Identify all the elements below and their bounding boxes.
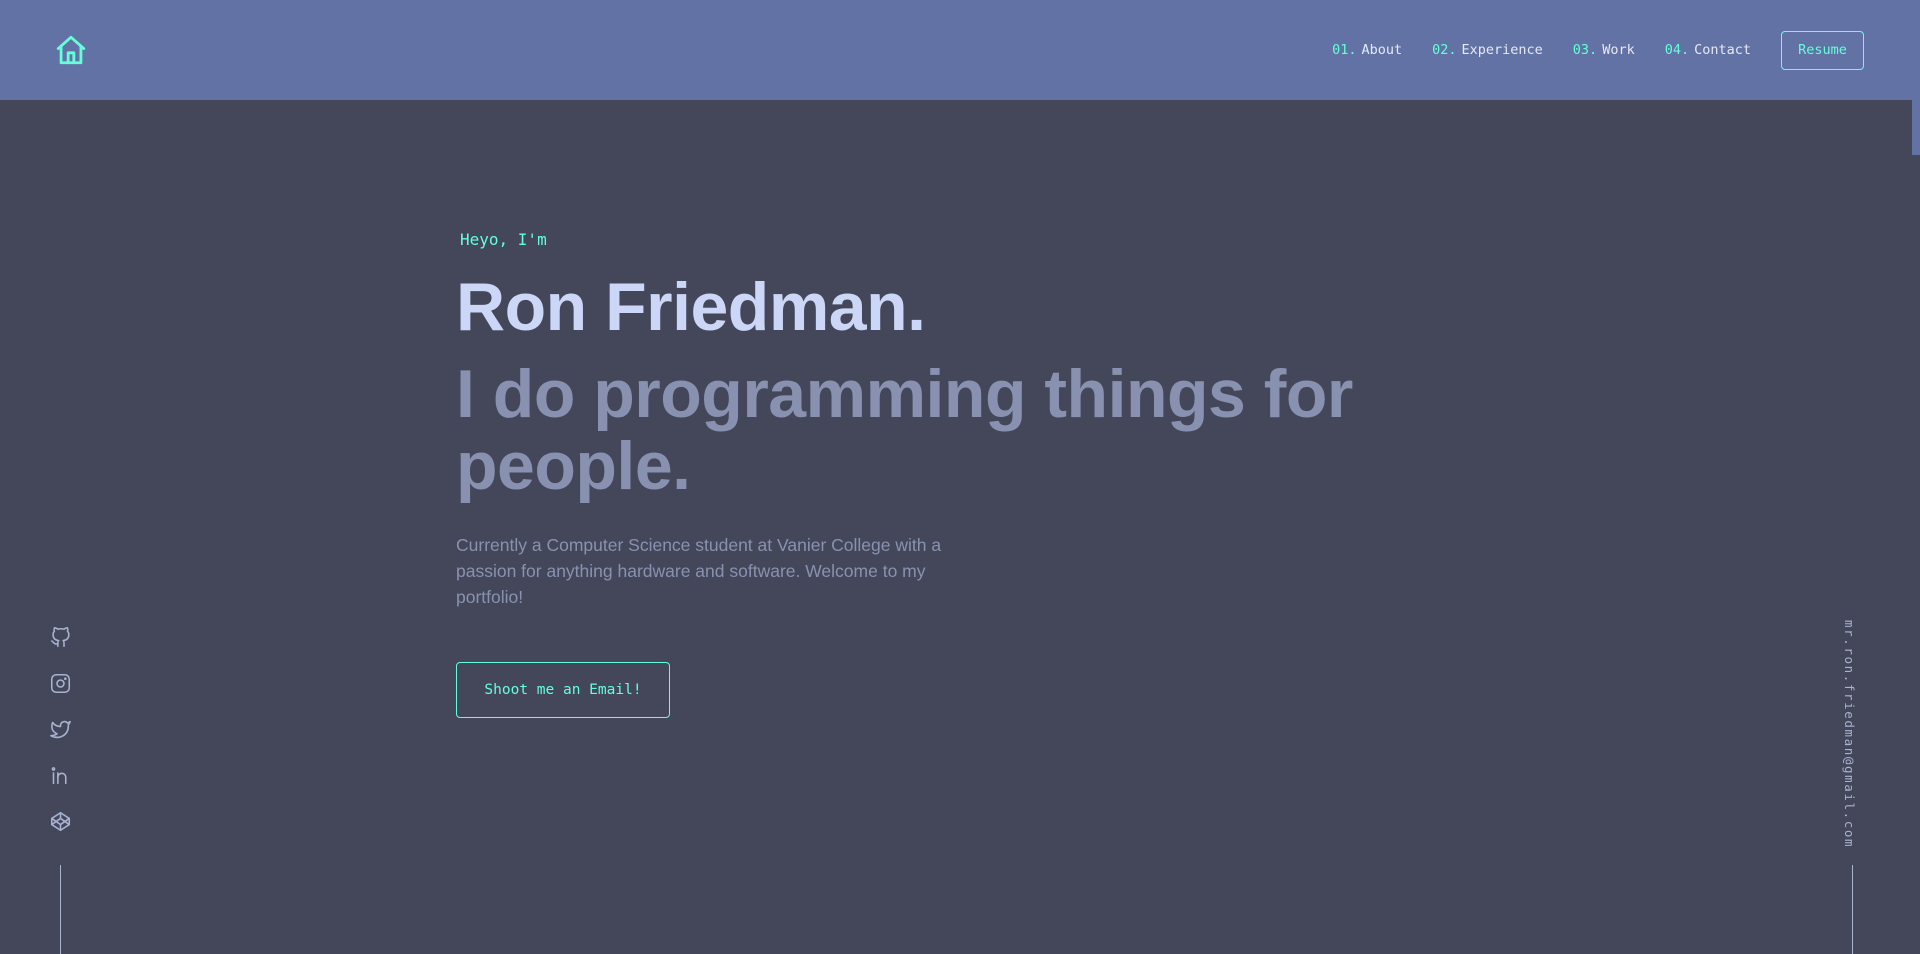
main-nav: 01. About 02. Experience 03. Work 04. Co… bbox=[1332, 30, 1864, 70]
right-divider-line bbox=[1852, 865, 1853, 954]
hero-bio: Currently a Computer Science student at … bbox=[456, 535, 942, 607]
left-divider-line bbox=[60, 865, 61, 954]
email-cta-button[interactable]: Shoot me an Email! bbox=[456, 662, 670, 718]
hero-section: Heyo, I'm Ron Friedman. I do programming… bbox=[456, 225, 1356, 718]
twitter-link[interactable] bbox=[47, 716, 73, 742]
nav-item-about[interactable]: 01. About bbox=[1332, 42, 1402, 58]
page: 01. About 02. Experience 03. Work 04. Co… bbox=[0, 0, 1920, 954]
nav-label: Work bbox=[1602, 42, 1635, 58]
resume-button[interactable]: Resume bbox=[1781, 30, 1864, 70]
hero-greeting: Heyo, I'm bbox=[460, 230, 547, 249]
hero-tagline: I do programming things for people. bbox=[456, 356, 1353, 504]
scrollbar-thumb[interactable] bbox=[1912, 0, 1920, 155]
github-link[interactable] bbox=[47, 624, 73, 650]
hero-name: Ron Friedman. bbox=[456, 269, 926, 345]
nav-label: About bbox=[1361, 42, 1403, 58]
scrollbar-track[interactable] bbox=[1912, 0, 1920, 954]
home-logo-link[interactable] bbox=[52, 31, 90, 69]
codepen-icon bbox=[50, 811, 70, 831]
nav-item-experience[interactable]: 02. Experience bbox=[1432, 42, 1543, 58]
nav-label: Experience bbox=[1461, 42, 1543, 58]
linkedin-link[interactable] bbox=[47, 762, 73, 788]
social-links bbox=[47, 624, 73, 854]
instagram-link[interactable] bbox=[47, 670, 73, 696]
nav-number: 03. bbox=[1572, 42, 1598, 58]
site-header: 01. About 02. Experience 03. Work 04. Co… bbox=[0, 0, 1912, 100]
nav-label: Contact bbox=[1694, 42, 1751, 58]
github-icon bbox=[50, 626, 70, 647]
nav-number: 02. bbox=[1432, 42, 1457, 58]
nav-item-contact[interactable]: 04. Contact bbox=[1665, 42, 1751, 58]
codepen-link[interactable] bbox=[47, 808, 73, 834]
twitter-icon bbox=[49, 720, 71, 738]
nav-item-work[interactable]: 03. Work bbox=[1573, 42, 1635, 58]
linkedin-icon bbox=[51, 766, 67, 784]
nav-number: 04. bbox=[1664, 42, 1690, 58]
instagram-icon bbox=[50, 673, 70, 693]
home-icon bbox=[56, 35, 86, 65]
side-email-link[interactable]: mr.ron.friedman@gmail.com bbox=[1842, 620, 1857, 848]
nav-number: 01. bbox=[1332, 42, 1357, 58]
